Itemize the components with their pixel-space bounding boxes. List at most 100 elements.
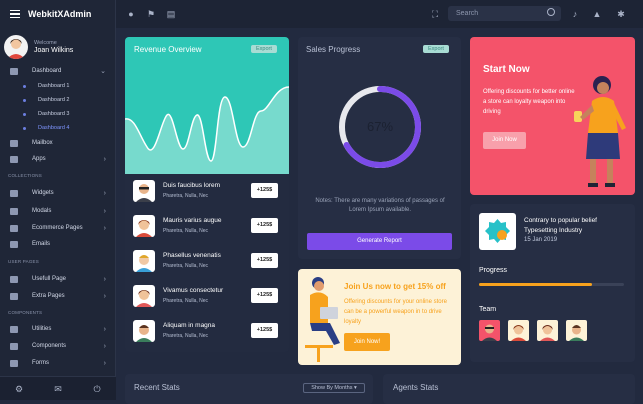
sidebar-item-widgets[interactable]: Widgets › [0,186,116,200]
chevron-right-icon: › [103,292,106,300]
modals-icon [10,207,18,215]
list-item[interactable]: Duis faucibus lorem Pharetra, Nulla, Nec… [133,178,283,206]
clipboard-icon[interactable]: ▤ [166,9,176,19]
join-now-orange-button[interactable]: Join Now! [344,333,390,351]
sidebar-item-dashboard[interactable]: Dashboard ⌄ [0,64,116,78]
chevron-right-icon: › [103,189,106,197]
sidebar-item-apps[interactable]: Apps › [0,152,116,166]
bullet-icon [23,113,26,116]
months-dropdown-label: Show By Months [311,385,353,391]
chevron-right-icon: › [103,325,106,333]
sidebar-item-forms[interactable]: Forms › [0,356,116,370]
settings-icon[interactable]: ✱ [616,9,626,19]
team-avatar[interactable] [537,320,558,341]
apps-icon [10,155,18,163]
team-avatar[interactable] [479,320,500,341]
sidebar-item-label: Modals [32,208,52,214]
chevron-right-icon: › [103,155,106,163]
power-icon[interactable]: ⏻ [92,384,102,394]
gear-icon[interactable]: ⚙ [14,384,24,394]
months-dropdown[interactable]: Show By Months ▾ [303,383,365,393]
list-item-name: Phasellus venenatis [163,252,221,259]
sidebar-item-utilities[interactable]: Utilities › [0,322,116,336]
chevron-right-icon: › [103,359,106,367]
list-item[interactable]: Vivamus consectetur Pharetra, Nulla, Nec… [133,283,283,311]
sidebar-subitem-label: Dashboard 4 [38,125,70,131]
price-badge: +125$ [251,253,278,268]
start-text: Offering discounts for better online a s… [483,89,575,115]
flag-icon[interactable]: ⚑ [146,9,156,19]
start-title: Start Now [483,64,530,75]
avatar [133,250,155,272]
sidebar-item-components[interactable]: Components › [0,339,116,353]
mail-icon [10,139,18,147]
sidebar-subitem-label: Dashboard 1 [38,83,70,89]
user-icon[interactable]: ▲ [592,9,602,19]
sidebar-subitem-dashboard-1[interactable]: Dashboard 1 [23,83,70,89]
revenue-export-button[interactable]: Export [251,45,277,53]
message-icon[interactable]: ● [126,9,136,19]
revenue-card: Revenue Overview Export Duis faucibus lo… [125,37,289,352]
sales-title: Sales Progress [306,45,361,54]
list-item-name: Aliquam in magna [163,322,216,329]
chevron-right-icon: › [103,207,106,215]
join-card: Join Us now to get 15% off Offering disc… [298,269,461,365]
sidebar-item-usefull-page[interactable]: Usefull Page › [0,272,116,286]
envelope-icon [10,240,18,248]
generate-report-button[interactable]: Generate Report [307,233,452,250]
list-item-sub: Pharetra, Nulla, Nec [163,263,209,269]
sidebar-item-label: Ecommerce Pages [32,225,83,231]
avatar [133,215,155,237]
start-now-card: Start Now Offering discounts for better … [470,37,635,195]
sidebar-item-label: Mailbox [32,140,53,146]
team-label: Team [479,306,497,313]
sidebar-item-label: Widgets [32,190,54,196]
bell-icon[interactable]: ♪ [570,9,580,19]
sidebar-subitem-dashboard-4[interactable]: Dashboard 4 [23,125,70,131]
sidebar-subitem-label: Dashboard 2 [38,97,70,103]
revenue-chart-area [125,37,289,174]
sidebar-item-emails[interactable]: Emails [0,237,116,251]
join-title: Join Us now to get 15% off [344,282,446,291]
team-avatar[interactable] [566,320,587,341]
join-now-button[interactable]: Join Now [483,132,526,149]
sidebar-item-extra-pages[interactable]: Extra Pages › [0,289,116,303]
search-input[interactable]: Search [448,6,561,21]
sidebar-subitem-dashboard-2[interactable]: Dashboard 2 [23,97,70,103]
sidebar-footer: ⚙ ✉ ⏻ [0,376,116,400]
mail-icon[interactable]: ✉ [53,384,63,394]
sidebar-item-mailbox[interactable]: Mailbox [0,136,116,150]
components-icon [10,342,18,350]
bullet-icon [23,99,26,102]
sidebar-item-label: Dashboard [32,68,62,74]
sales-progress-card: Sales Progress Export 67% Notes: There a… [298,37,461,259]
fullscreen-icon[interactable]: ⛶ [430,9,440,19]
brand: WebkitXAdmin [0,0,116,28]
list-item[interactable]: Aliquam in magna Pharetra, Nulla, Nec +1… [133,318,283,346]
sales-export-button[interactable]: Export [423,45,449,53]
sidebar-item-label: Apps [32,156,46,162]
team-avatar[interactable] [508,320,529,341]
section-label-user-pages: USER PAGES [8,259,39,264]
sidebar-item-ecommerce[interactable]: Ecommerce Pages › [0,221,116,235]
sidebar-item-modals[interactable]: Modals › [0,204,116,218]
menu-icon[interactable] [10,10,20,18]
search-icon[interactable] [547,8,555,16]
avatar [133,285,155,307]
bullet-icon [23,85,26,88]
bullet-icon [23,127,26,130]
avatar [4,35,28,59]
list-item-sub: Pharetra, Nulla, Nec [163,298,209,304]
list-item[interactable]: Phasellus venenatis Pharetra, Nulla, Nec… [133,248,283,276]
sidebar-subitem-dashboard-3[interactable]: Dashboard 3 [23,111,70,117]
list-item[interactable]: Mauris varius augue Pharetra, Nulla, Nec… [133,213,283,241]
section-label-collections: COLLECTIONS [8,173,42,178]
topbar: ● ⚑ ▤ ⛶ ♪ ▲ ✱ [116,0,643,28]
avatar [133,180,155,202]
user-profile[interactable]: Welcome Joan Wilkins [4,32,112,62]
caret-down-icon: ▾ [354,385,357,391]
chevron-right-icon: › [103,342,106,350]
forms-icon [10,359,18,367]
price-badge: +125$ [251,323,278,338]
brand-name: WebkitXAdmin [28,9,92,19]
